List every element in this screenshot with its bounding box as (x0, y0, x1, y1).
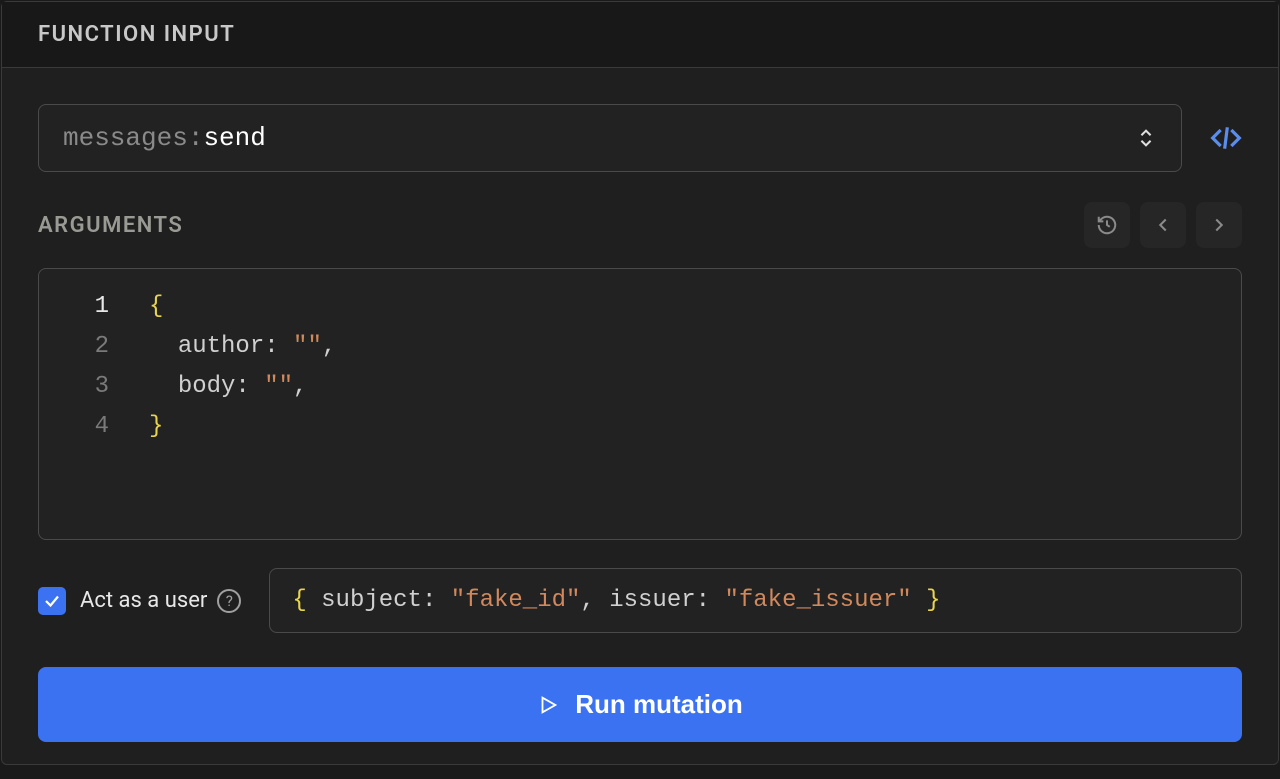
history-icon (1096, 214, 1118, 236)
code-line: 4} (39, 407, 1241, 447)
act-as-user-label: Act as a user ? (80, 588, 241, 613)
run-button-label: Run mutation (575, 689, 743, 720)
act-as-user-checkbox[interactable] (38, 587, 66, 615)
line-number: 1 (39, 287, 149, 327)
code-line: 2 author: "", (39, 327, 1241, 367)
prev-button[interactable] (1140, 202, 1186, 248)
chevron-left-icon (1152, 214, 1174, 236)
act-as-user-row: Act as a user ? { subject: "fake_id", is… (38, 568, 1242, 633)
arguments-header-row: ARGUMENTS (38, 202, 1242, 248)
play-icon (537, 694, 559, 716)
code-line: 1{ (39, 287, 1241, 327)
code-icon[interactable] (1210, 122, 1242, 154)
help-icon[interactable]: ? (217, 589, 241, 613)
line-number: 2 (39, 327, 149, 367)
arguments-label: ARGUMENTS (38, 213, 183, 238)
chevrons-up-down-icon (1135, 125, 1157, 151)
arguments-toolbar (1084, 202, 1242, 248)
code-content: author: "", (149, 327, 336, 367)
arguments-editor[interactable]: 1{2 author: "",3 body: "",4} (38, 268, 1242, 540)
function-fn-name: send (203, 123, 265, 153)
run-mutation-button[interactable]: Run mutation (38, 667, 1242, 742)
history-button[interactable] (1084, 202, 1130, 248)
code-content: body: "", (149, 367, 307, 407)
next-button[interactable] (1196, 202, 1242, 248)
line-number: 4 (39, 407, 149, 447)
code-line: 3 body: "", (39, 367, 1241, 407)
code-content: } (149, 407, 163, 447)
code-content: { (149, 287, 163, 327)
chevron-right-icon (1208, 214, 1230, 236)
function-input-panel: FUNCTION INPUT messages:send ARGUMENTS (1, 1, 1279, 765)
function-module-prefix: messages: (63, 123, 203, 153)
panel-body: messages:send ARGUMENTS (2, 68, 1278, 778)
act-as-user-group: Act as a user ? (38, 587, 241, 615)
panel-title: FUNCTION INPUT (2, 2, 1278, 68)
function-select[interactable]: messages:send (38, 104, 1182, 172)
line-number: 3 (39, 367, 149, 407)
function-name: messages:send (63, 123, 266, 153)
act-as-user-label-text: Act as a user (80, 588, 207, 613)
function-selector-row: messages:send (38, 104, 1242, 172)
act-as-user-value[interactable]: { subject: "fake_id", issuer: "fake_issu… (269, 568, 1242, 633)
check-icon (43, 592, 61, 610)
